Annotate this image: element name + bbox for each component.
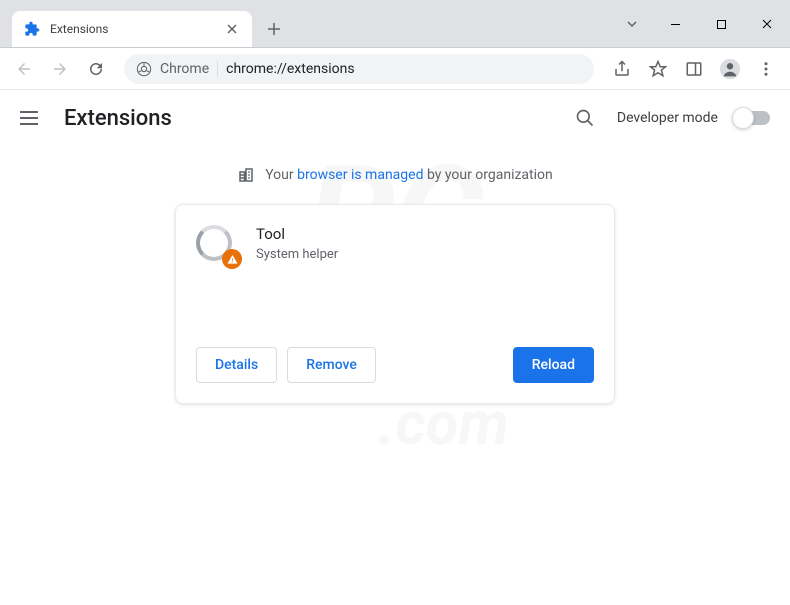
developer-mode-label: Developer mode — [617, 110, 718, 126]
omnibox-url: chrome://extensions — [226, 61, 354, 77]
page-title: Extensions — [64, 106, 172, 131]
omnibox-divider — [217, 61, 218, 77]
tab-title: Extensions — [50, 22, 214, 36]
menu-button[interactable] — [20, 106, 44, 130]
banner-text: Your browser is managed by your organiza… — [265, 167, 553, 183]
building-icon — [237, 166, 255, 184]
chrome-icon — [136, 61, 152, 77]
extension-card-top: Tool System helper — [196, 225, 594, 335]
managed-banner: Your browser is managed by your organiza… — [20, 158, 770, 204]
window-controls — [612, 0, 790, 48]
share-button[interactable] — [606, 53, 638, 85]
omnibox-prefix: Chrome — [160, 61, 209, 77]
managed-link[interactable]: browser is managed — [297, 167, 423, 183]
forward-button[interactable] — [44, 53, 76, 85]
page-header: Extensions Developer mode — [0, 90, 790, 146]
titlebar: Extensions — [0, 0, 790, 48]
extension-card: Tool System helper Details Remove Reload — [175, 204, 615, 404]
header-right: Developer mode — [569, 102, 770, 134]
bookmark-button[interactable] — [642, 53, 674, 85]
details-button[interactable]: Details — [196, 347, 277, 383]
search-button[interactable] — [569, 102, 601, 134]
developer-mode-toggle[interactable] — [734, 111, 770, 125]
address-bar[interactable]: Chrome chrome://extensions — [124, 54, 594, 84]
maximize-button[interactable] — [698, 0, 744, 48]
extension-info: Tool System helper — [256, 225, 594, 335]
close-window-button[interactable] — [744, 0, 790, 48]
puzzle-icon — [24, 21, 40, 37]
chrome-menu-button[interactable] — [750, 53, 782, 85]
reload-extension-button[interactable]: Reload — [513, 347, 594, 383]
reload-button[interactable] — [80, 53, 112, 85]
extension-description: System helper — [256, 247, 594, 262]
profile-button[interactable] — [714, 53, 746, 85]
new-tab-button[interactable] — [260, 15, 288, 43]
extension-name: Tool — [256, 225, 594, 243]
side-panel-button[interactable] — [678, 53, 710, 85]
toolbar: Chrome chrome://extensions — [0, 48, 790, 90]
close-tab-button[interactable] — [224, 21, 240, 37]
error-badge-icon — [222, 249, 242, 269]
content: Your browser is managed by your organiza… — [0, 146, 790, 416]
tab-search-button[interactable] — [612, 18, 652, 30]
minimize-button[interactable] — [652, 0, 698, 48]
back-button[interactable] — [8, 53, 40, 85]
browser-tab[interactable]: Extensions — [12, 11, 252, 47]
extension-actions: Details Remove Reload — [196, 347, 594, 383]
extension-icon — [196, 225, 236, 265]
remove-button[interactable]: Remove — [287, 347, 376, 383]
